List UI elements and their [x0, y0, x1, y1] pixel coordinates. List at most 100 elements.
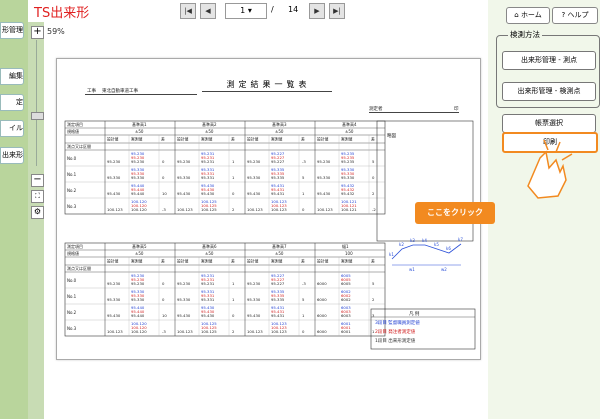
table-station: No.3: [67, 204, 77, 209]
cell-diff: 0: [302, 207, 305, 212]
cell-diff: 5: [372, 281, 375, 286]
cell-diff: 5: [372, 159, 375, 164]
prev-page-button[interactable]: ◀: [200, 3, 216, 19]
fit-icon: ⛶: [35, 192, 40, 200]
zoom-in-button[interactable]: +: [31, 26, 44, 39]
cell-diff: 2: [372, 297, 375, 302]
gear-icon: ⚙: [33, 207, 42, 216]
cell-diff: 0: [302, 329, 305, 334]
cell-measured: 95.440: [131, 191, 145, 196]
first-page-button[interactable]: |◀: [180, 3, 196, 19]
cell-design: 95.230: [177, 281, 191, 286]
cell-design: 95.430: [247, 191, 261, 196]
next-page-button[interactable]: ▶: [309, 3, 325, 19]
last-page-button[interactable]: ▶|: [329, 3, 345, 19]
table-sub-header: 設計値: [247, 137, 259, 142]
home-icon: ⌂: [514, 11, 519, 19]
cell-design: 100.123: [107, 207, 123, 212]
zoom-track: [36, 40, 37, 166]
table-sub-header: 差: [231, 259, 235, 264]
table-sub-header: 差: [231, 137, 235, 142]
survey-point-button[interactable]: 出来形管理 - 測点: [502, 51, 596, 70]
cell-diff: 0: [162, 297, 165, 302]
cell-design: 100.123: [177, 329, 193, 334]
table-row-label: 測定項目: [67, 121, 83, 127]
cell-measured: 100.120: [131, 207, 147, 212]
cell-diff: 2: [232, 207, 235, 212]
table-sub-header: 実測値: [271, 259, 283, 264]
cell-design: 95.330: [247, 297, 261, 302]
table-row-label: 規格値: [67, 128, 79, 134]
table-sub-header: 差: [371, 137, 375, 142]
cell-measured: 95.227: [271, 159, 285, 164]
cell-design: 100.123: [247, 207, 263, 212]
settings-button[interactable]: ⚙: [31, 206, 44, 219]
cell-measured: 100.125: [201, 207, 217, 212]
cell-measured: 95.432: [341, 191, 355, 196]
table-sub-header: 設計値: [177, 259, 189, 264]
table-col-header: 基準高7: [272, 243, 287, 249]
cell-measured: 95.335: [271, 297, 285, 302]
nav-tab-1[interactable]: 編集: [0, 68, 24, 85]
cell-diff: 2: [372, 191, 375, 196]
cell-measured: 100.123: [271, 207, 287, 212]
table-sub-header: 差: [371, 259, 375, 264]
home-button[interactable]: ⌂ ホーム: [506, 7, 550, 24]
legend-item-2: 1段目 出来形測定値: [375, 339, 416, 344]
cell-diff: -3: [162, 329, 166, 334]
zoom-out-button[interactable]: −: [31, 174, 44, 187]
print-button[interactable]: 印刷: [502, 132, 598, 153]
cell-design: 95.230: [247, 281, 261, 286]
cell-measured: 95.330: [131, 297, 145, 302]
table-tolerance: ±50: [205, 129, 214, 134]
help-button[interactable]: ? ヘルプ: [552, 7, 598, 24]
sketch-point-label: k2: [399, 242, 404, 247]
table-sub-header: 設計値: [107, 259, 119, 264]
cell-design: 95.230: [247, 159, 261, 164]
cell-design: 6000: [317, 297, 327, 302]
table-col-header: 基準高4: [342, 121, 357, 127]
cell-diff: 10: [162, 313, 167, 318]
table-row-label: 測点又は区間: [67, 265, 91, 271]
plus-icon: +: [33, 26, 42, 37]
table-sub-header: 差: [161, 137, 165, 142]
cell-diff: 1: [232, 159, 235, 164]
table-station: No.3: [67, 326, 77, 331]
nav-tab-3[interactable]: イル: [0, 120, 24, 137]
table-tolerance: ±50: [275, 251, 284, 256]
fit-page-button[interactable]: ⛶: [31, 190, 44, 203]
table-col-header: 基準高5: [132, 243, 147, 249]
table-sub-header: 差: [301, 259, 305, 264]
cell-measured: 100.120: [131, 329, 147, 334]
sketch-point-label: w2: [441, 267, 447, 272]
cell-measured: 95.335: [271, 175, 285, 180]
cell-design: 100.123: [177, 207, 193, 212]
table-station: No.1: [67, 294, 77, 299]
inspect-point-button[interactable]: 出来形管理 - 検測点: [502, 82, 596, 101]
nav-tab-2[interactable]: 定: [0, 94, 24, 111]
zoom-level: 59%: [47, 27, 65, 36]
cell-design: 95.330: [177, 175, 191, 180]
table-sub-header: 差: [161, 259, 165, 264]
table-sub-header: 設計値: [317, 259, 329, 264]
table-sub-header: 実測値: [131, 137, 143, 142]
cell-measured: 95.230: [131, 159, 145, 164]
cell-measured: 95.431: [271, 191, 285, 196]
cell-design: 95.430: [107, 191, 121, 196]
sketch-point-label: k4: [422, 238, 427, 243]
cell-design: 95.330: [107, 175, 121, 180]
sketch-point-label: k1: [389, 252, 394, 257]
first-page-icon: |◀: [184, 7, 192, 15]
cell-diff: 1: [232, 281, 235, 286]
nav-tab-4[interactable]: 出来形: [0, 147, 24, 164]
page-select[interactable]: 1 ▾: [225, 3, 267, 19]
cell-design: 100.123: [247, 329, 263, 334]
form-select-button[interactable]: 帳票選択: [502, 114, 596, 133]
nav-tab-0[interactable]: 形管理: [0, 22, 24, 39]
table-tolerance: ±50: [345, 129, 354, 134]
sketch-point-label: k3: [410, 238, 415, 243]
table-col-header: 基準高3: [272, 121, 287, 127]
zoom-slider-handle[interactable]: [31, 112, 44, 120]
table-sub-header: 実測値: [341, 137, 353, 142]
cell-design: 95.430: [177, 191, 191, 196]
